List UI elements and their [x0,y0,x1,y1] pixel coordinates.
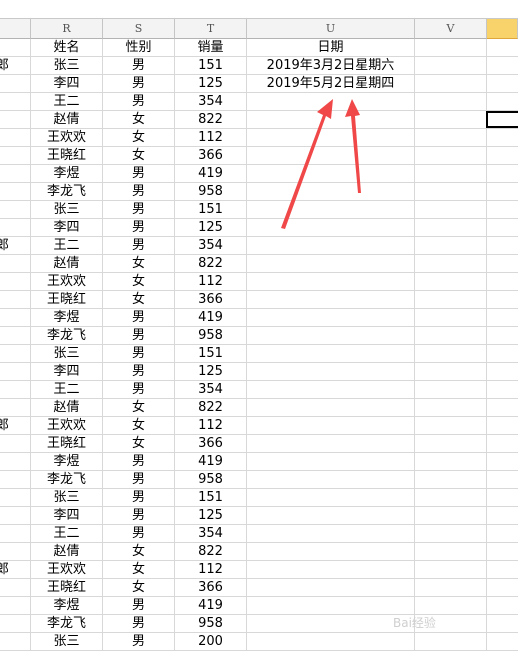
arrow-to-date-2 [345,99,361,193]
baidu-watermark-logo: Bai经验 [393,616,436,630]
red-arrows [281,99,361,229]
arrow-to-date-1 [281,99,333,229]
